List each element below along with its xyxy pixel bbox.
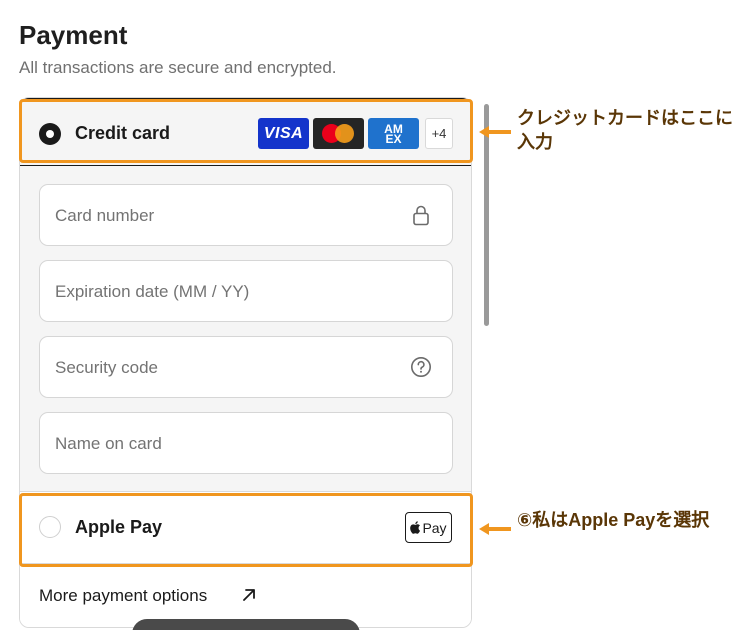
- apple-pay-annotation: ⑥私はApple Payを選択: [517, 510, 710, 530]
- credit-card-highlight-box: [19, 99, 473, 163]
- help-icon[interactable]: [410, 356, 432, 378]
- security-code-placeholder: Security code: [55, 358, 158, 377]
- credit-card-annotation: クレジットカードはここに入力: [517, 108, 733, 152]
- expiration-date-input[interactable]: Expiration date (MM / YY): [39, 260, 453, 322]
- page-title: Payment: [19, 20, 128, 50]
- bottom-pill-button[interactable]: [132, 619, 360, 630]
- page-subtitle: All transactions are secure and encrypte…: [19, 58, 337, 77]
- more-payment-options-label: More payment options: [39, 586, 208, 605]
- card-number-placeholder: Card number: [55, 206, 155, 225]
- name-on-card-placeholder: Name on card: [55, 434, 162, 453]
- name-on-card-input[interactable]: Name on card: [39, 412, 453, 474]
- security-code-input[interactable]: Security code: [39, 336, 453, 398]
- credit-card-form: Card number Expiration date (MM / YY) Se…: [20, 166, 471, 492]
- apple-pay-highlight-box: [19, 493, 473, 567]
- card-number-input[interactable]: Card number: [39, 184, 453, 246]
- lock-icon: [413, 205, 429, 226]
- annotation-arrow-icon: [479, 523, 511, 535]
- expiration-placeholder: Expiration date (MM / YY): [55, 282, 250, 301]
- external-arrow-icon: [243, 589, 255, 601]
- annotation-arrow-icon: [479, 126, 511, 138]
